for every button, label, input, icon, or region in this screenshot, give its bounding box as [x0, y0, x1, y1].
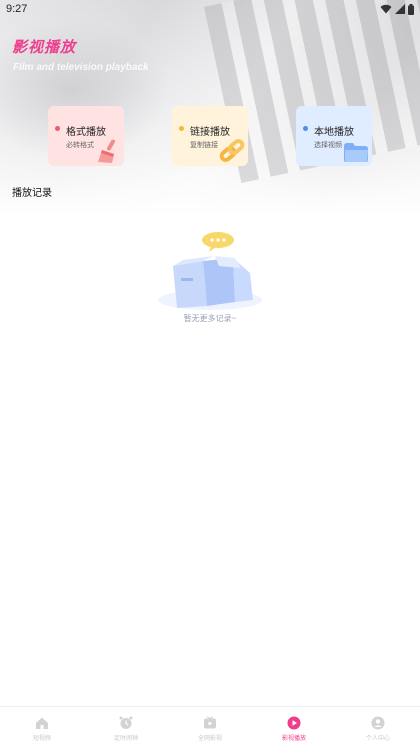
- tab-video-play[interactable]: 影视播放: [252, 707, 336, 747]
- tab-label: 短视频: [32, 736, 51, 742]
- tab-label: 定时闹钟: [113, 736, 138, 742]
- format-play-card[interactable]: 格式播放 必转格式: [48, 106, 124, 166]
- alarm-icon: [119, 716, 133, 729]
- broom-icon: [98, 139, 115, 163]
- card-subtitle: 选择视频: [314, 142, 342, 149]
- local-play-card[interactable]: 本地播放 选择视频: [296, 106, 372, 166]
- tab-all-videos[interactable]: 全网影视: [168, 707, 252, 747]
- video-icon: [204, 716, 216, 729]
- card-dot: [303, 126, 308, 131]
- link-play-card[interactable]: 链接播放 复制链接: [172, 106, 248, 166]
- battery-icon: [408, 3, 414, 15]
- card-subtitle: 复制链接: [190, 142, 218, 149]
- empty-box-illustration: [158, 232, 262, 310]
- card-title: 链接播放: [190, 127, 230, 138]
- status-time: 9:27: [6, 3, 28, 15]
- card-dot: [55, 126, 60, 131]
- folder-icon: [344, 143, 368, 162]
- section-title-history: 播放记录: [12, 188, 52, 199]
- play-icon: [287, 716, 301, 730]
- signal-icon: [395, 4, 405, 14]
- page-title: 影视播放: [12, 39, 77, 56]
- tab-label: 个人中心: [365, 736, 390, 742]
- home-icon: [36, 717, 48, 729]
- status-icons: [380, 3, 414, 15]
- wifi-icon: [380, 4, 392, 14]
- bottom-tab-bar: 短视频 定时闹钟 全网影视 影视播放 个人中心: [0, 706, 420, 747]
- user-icon: [371, 716, 385, 730]
- link-icon: [219, 139, 245, 162]
- card-subtitle: 必转格式: [66, 142, 94, 149]
- tab-label: 影视播放: [281, 736, 306, 742]
- tab-short-video[interactable]: 短视频: [0, 707, 84, 747]
- card-title: 格式播放: [66, 127, 106, 138]
- tab-profile[interactable]: 个人中心: [336, 707, 420, 747]
- empty-state-text: 暂无更多记录~: [183, 314, 237, 323]
- page-subtitle: Film and television playback: [13, 62, 149, 73]
- status-bar: 9:27: [0, 0, 420, 18]
- card-dot: [179, 126, 184, 131]
- card-title: 本地播放: [314, 127, 354, 138]
- tab-alarm[interactable]: 定时闹钟: [84, 707, 168, 747]
- tab-label: 全网影视: [197, 736, 222, 742]
